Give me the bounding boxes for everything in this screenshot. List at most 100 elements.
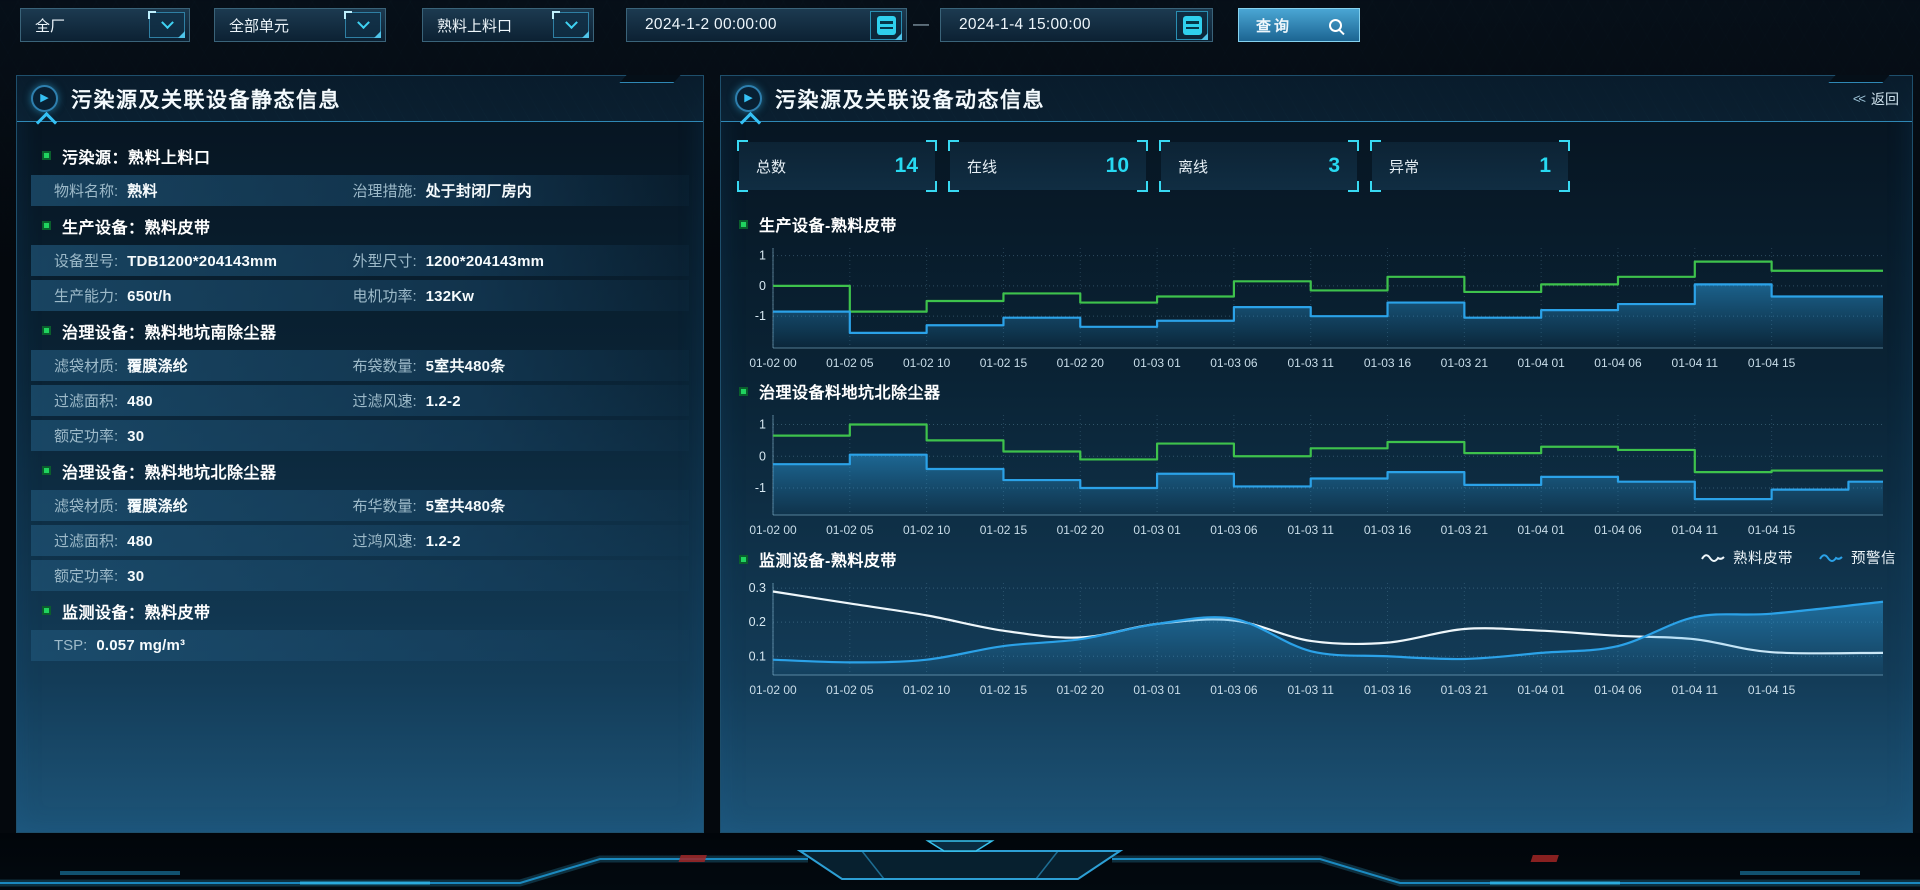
field-value: 1.2-2 (426, 533, 461, 550)
info-cell: 过鸿风速:1.2-2 (352, 530, 650, 551)
info-cell: 额定功率:30 (54, 425, 352, 446)
field-value: 熟料 (127, 180, 157, 201)
svg-text:01-02 10: 01-02 10 (903, 523, 951, 537)
svg-text:01-02 10: 01-02 10 (903, 683, 951, 697)
info-data-row: 滤袋材质:覆膜涤纶布袋数量: 5室共480条 (31, 350, 689, 381)
svg-text:01-03 01: 01-03 01 (1133, 523, 1181, 537)
plant-select-dropdown-button[interactable] (149, 12, 185, 38)
stat-value: 3 (1328, 154, 1340, 178)
field-value: 0.057 mg/m³ (96, 637, 185, 654)
svg-text:0: 0 (759, 449, 766, 463)
wave-line-icon (1701, 552, 1725, 563)
field-value: 30 (127, 568, 144, 585)
query-button[interactable]: 查询 (1238, 8, 1360, 42)
plant-select[interactable]: 全厂 (20, 8, 190, 42)
svg-text:01-04 01: 01-04 01 (1517, 683, 1565, 697)
svg-text:01-02 05: 01-02 05 (826, 356, 874, 370)
svg-text:01-03 06: 01-03 06 (1210, 683, 1258, 697)
chart-legend: 熟料皮带 预警信 (1701, 547, 1896, 568)
chart-title-row: 生产设备-熟料皮带 (739, 212, 1900, 236)
field-label: 滤袋材质: (54, 495, 118, 516)
svg-text:0.1: 0.1 (749, 649, 766, 663)
info-cell: 电机功率:132Kw (352, 285, 650, 306)
field-value: 处于封闭厂房内 (426, 180, 532, 201)
chart-title: 监测设备-熟料皮带 (759, 547, 897, 571)
field-label: 治理措施: (352, 180, 416, 201)
info-section-row: 污染源：熟料上料口 (31, 140, 689, 171)
info-cell: 布袋数量: 5室共480条 (352, 355, 650, 376)
field-label: 布华数量: (352, 495, 416, 516)
back-chevrons-icon: << (1853, 91, 1864, 106)
stat-value: 14 (895, 154, 918, 178)
svg-text:01-02 20: 01-02 20 (1057, 523, 1105, 537)
svg-text:01-03 16: 01-03 16 (1364, 356, 1412, 370)
stat-label: 离线 (1178, 156, 1208, 177)
info-cell: 滤袋材质:覆膜涤纶 (54, 355, 352, 376)
green-square-icon (42, 466, 51, 475)
header-chevron-decoration (740, 112, 761, 133)
svg-text:01-02 00: 01-02 00 (749, 683, 797, 697)
stat-value: 1 (1539, 154, 1551, 178)
field-label: 生产能力: (54, 285, 118, 306)
legend-item[interactable]: 熟料皮带 (1701, 547, 1793, 568)
section-label: 污染源：熟料上料口 (62, 144, 211, 168)
unit-select-dropdown-button[interactable] (345, 12, 381, 38)
svg-text:01-04 06: 01-04 06 (1594, 683, 1642, 697)
green-square-icon (42, 151, 51, 160)
play-icon: ▶ (735, 85, 762, 112)
svg-text:0: 0 (759, 279, 766, 293)
start-date-calendar-button[interactable] (870, 11, 902, 40)
info-data-row: 过滤面积:480过鸿风速:1.2-2 (31, 525, 689, 556)
end-date-calendar-button[interactable] (1176, 11, 1208, 40)
field-value: 5室共480条 (426, 495, 506, 516)
svg-text:01-02 15: 01-02 15 (980, 523, 1028, 537)
field-label: 滤袋材质: (54, 355, 118, 376)
green-square-icon (739, 387, 748, 396)
stat-card-total: 总数 14 (739, 142, 935, 190)
unit-select[interactable]: 全部单元 (214, 8, 386, 42)
svg-text:01-03 06: 01-03 06 (1210, 356, 1258, 370)
svg-text:0.3: 0.3 (749, 581, 766, 595)
end-datetime-input[interactable]: 2024-1-4 15:00:00 (940, 8, 1213, 42)
info-data-row: 滤袋材质: 覆膜涤纶 布华数量: 5室共480条 (31, 490, 689, 521)
field-label: 过滤面积: (54, 390, 118, 411)
legend-item[interactable]: 预警信 (1819, 547, 1896, 568)
info-cell: 额定功率:30 (54, 565, 352, 586)
svg-text:01-04 11: 01-04 11 (1672, 356, 1719, 370)
svg-text:01-02 20: 01-02 20 (1057, 683, 1105, 697)
field-value: 5室共480条 (426, 355, 506, 376)
svg-text:01-02 00: 01-02 00 (749, 523, 797, 537)
chart-canvas: 10-101-02 0001-02 0501-02 1001-02 1501-0… (739, 240, 1889, 374)
info-cell: 过滤面积:480 (54, 530, 352, 551)
chart-section-monitor: 监测设备-熟料皮带熟料皮带预警信0.30.20.101-02 0001-02 0… (739, 547, 1900, 701)
svg-text:01-03 01: 01-03 01 (1133, 356, 1181, 370)
plant-select-value: 全厂 (35, 15, 65, 36)
footer-tech-graphic (0, 833, 1920, 890)
dynamic-info-title: 污染源及关联设备动态信息 (775, 84, 1045, 114)
source-select[interactable]: 熟料上料口 (422, 8, 594, 42)
chevron-down-icon (161, 16, 174, 29)
field-label: TSP: (54, 637, 87, 654)
start-datetime-input[interactable]: 2024-1-2 00:00:00 (626, 8, 907, 42)
svg-text:01-03 16: 01-03 16 (1364, 683, 1412, 697)
back-button[interactable]: << 返回 (1853, 76, 1899, 121)
field-value: 480 (127, 393, 153, 410)
source-select-dropdown-button[interactable] (553, 12, 589, 38)
svg-text:01-04 15: 01-04 15 (1748, 356, 1796, 370)
green-square-icon (42, 326, 51, 335)
field-value: TDB1200*204143mm (127, 253, 277, 270)
info-cell: 过滤面积: 480 (54, 390, 352, 411)
source-select-value: 熟料上料口 (437, 15, 512, 36)
green-square-icon (42, 606, 51, 615)
chevron-down-icon (565, 16, 578, 29)
info-data-row: 额定功率:30 (31, 560, 689, 591)
field-value: 覆膜涤纶 (127, 495, 188, 516)
svg-text:01-03 11: 01-03 11 (1287, 523, 1334, 537)
field-label: 布袋数量: (352, 355, 416, 376)
unit-select-value: 全部单元 (229, 15, 289, 36)
field-label: 设备型号: (54, 250, 118, 271)
chart-title: 治理设备料地坑北除尘器 (759, 379, 941, 403)
static-info-rows: 污染源：熟料上料口物料名称:熟料治理措施:处于封闭厂房内生产设备：熟料皮带设备型… (31, 140, 689, 665)
info-cell: 物料名称:熟料 (54, 180, 352, 201)
chart-title: 生产设备-熟料皮带 (759, 212, 897, 236)
